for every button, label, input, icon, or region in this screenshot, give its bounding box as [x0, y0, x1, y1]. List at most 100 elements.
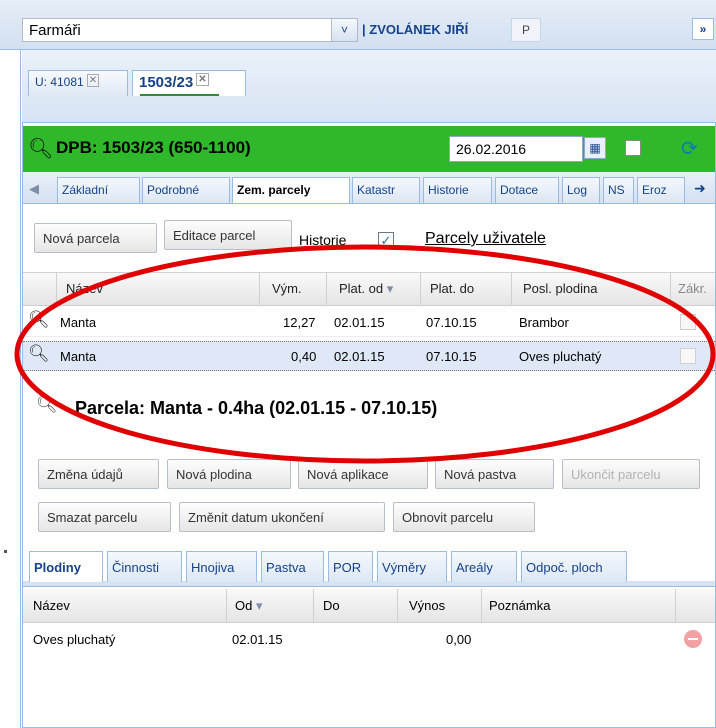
new-application-button[interactable]: Nová aplikace	[298, 459, 428, 489]
search-icon[interactable]: 🔍︎	[28, 344, 50, 364]
restore-parcel-button[interactable]: Obnovit parcelu	[393, 502, 535, 532]
parcel-detail-title: Parcela: Manta - 0.4ha (02.01.15 - 07.10…	[75, 398, 438, 418]
tab-pastva[interactable]: Pastva	[261, 551, 324, 582]
tab-label: U: 41081	[35, 75, 84, 89]
tab-user-41081[interactable]: U: 41081 ✕	[28, 70, 128, 96]
tab-zem-parcely[interactable]: Zem. parcely	[232, 177, 350, 203]
edit-parcels-button[interactable]: Editace parcel	[164, 220, 292, 250]
user-name: | ZVOLÁNEK JIŘÍ	[362, 22, 469, 37]
parcel-area: 0,40	[291, 349, 317, 364]
tab-podrobne[interactable]: Podrobné	[142, 177, 230, 203]
column-header-name[interactable]: Název	[66, 281, 103, 296]
active-tab-indicator	[140, 94, 219, 96]
expand-icon[interactable]: »	[692, 18, 714, 40]
column-separator	[313, 589, 314, 623]
column-separator	[511, 272, 512, 306]
column-separator	[226, 589, 227, 623]
parcel-name: Manta	[60, 315, 97, 330]
search-icon[interactable]: 🔍︎	[28, 310, 50, 330]
tab-log[interactable]: Log	[562, 177, 600, 203]
crop-grid-header	[23, 589, 715, 623]
row-checkbox[interactable]	[680, 348, 696, 364]
page-title: DPB: 1503/23 (650-1100)	[56, 138, 251, 157]
parcel-last-crop: Brambor	[519, 315, 569, 330]
divider-dot	[4, 550, 7, 553]
tab-ns[interactable]: NS	[603, 177, 634, 203]
column-separator	[259, 272, 260, 306]
change-end-date-button[interactable]: Změnit datum ukončení	[179, 502, 385, 532]
farmer-select[interactable]: Farmáři	[22, 18, 358, 42]
column-header-last-crop[interactable]: Posl. plodina	[523, 281, 597, 296]
tab-hnojiva[interactable]: Hnojiva	[186, 551, 257, 582]
column-label: Od	[235, 598, 253, 613]
column-separator	[670, 272, 671, 306]
column-header-name[interactable]: Název	[33, 598, 70, 613]
new-parcel-button[interactable]: Nová parcela	[34, 223, 157, 253]
parcel-area: 12,27	[283, 315, 316, 330]
sort-arrow-icon: ▾	[386, 281, 394, 296]
date-field[interactable]: 26.02.2016	[449, 136, 583, 162]
close-icon[interactable]: ✕	[86, 74, 100, 87]
column-header-valid-to[interactable]: Plat. do	[430, 281, 474, 296]
search-icon[interactable]: 🔍︎	[36, 395, 58, 415]
tab-dpb-1503-23[interactable]: 1503/23 ✕	[132, 70, 246, 96]
tab-por[interactable]: POR	[328, 551, 373, 582]
calendar-icon[interactable]: ▦	[584, 137, 606, 159]
history-checkbox[interactable]: ✓	[378, 232, 394, 248]
column-header-area[interactable]: Vým.	[272, 281, 302, 296]
chevron-down-icon[interactable]: ˅	[331, 19, 357, 41]
new-pasture-button[interactable]: Nová pastva	[435, 459, 554, 489]
parcel-valid-to: 07.10.15	[426, 349, 477, 364]
remove-icon[interactable]	[684, 630, 702, 648]
sort-arrow-icon: ▾	[255, 598, 263, 613]
tab-vymery[interactable]: Výměry	[377, 551, 447, 582]
parcel-valid-from: 02.01.15	[334, 349, 385, 364]
tab-plodiny[interactable]: Plodiny	[29, 551, 103, 582]
change-data-button[interactable]: Změna údajů	[38, 459, 159, 489]
parcel-valid-to: 07.10.15	[426, 315, 477, 330]
tab-arealy[interactable]: Areály	[451, 551, 517, 582]
parcel-valid-from: 02.01.15	[334, 315, 385, 330]
parcel-name: Manta	[60, 349, 97, 364]
column-separator	[675, 589, 676, 623]
tab-katastr[interactable]: Katastr	[352, 177, 420, 203]
tab-eroze[interactable]: Eroz	[637, 177, 685, 203]
column-header-valid-from[interactable]: Plat. od ▾	[339, 281, 393, 297]
column-separator	[481, 589, 482, 623]
p-button[interactable]: P	[511, 18, 541, 42]
farmer-select-value: Farmáři	[29, 22, 81, 39]
refresh-icon[interactable]: ⟳	[681, 136, 698, 161]
column-label: Plat. od	[339, 281, 384, 296]
arrow-left-icon[interactable]: ◀	[29, 181, 39, 197]
crop-name: Oves pluchatý	[33, 632, 116, 647]
row-checkbox[interactable]	[680, 314, 696, 330]
delete-parcel-button[interactable]: Smazat parcelu	[38, 502, 171, 532]
column-separator	[326, 272, 327, 306]
tab-zakladni[interactable]: Základní	[57, 177, 140, 203]
table-row[interactable]	[23, 624, 715, 654]
column-header-yield[interactable]: Výnos	[409, 598, 445, 613]
end-parcel-button[interactable]: Ukončit parcelu	[562, 459, 700, 489]
tab-label: 1503/23	[139, 74, 194, 91]
parcel-last-crop: Oves pluchatý	[519, 349, 602, 364]
tab-odpoc-ploch[interactable]: Odpoč. ploch	[521, 551, 627, 582]
crop-from: 02.01.15	[232, 632, 283, 647]
left-panel-edge	[0, 50, 21, 728]
column-header-zakr[interactable]: Zákr.	[678, 281, 707, 296]
header-checkbox[interactable]	[625, 140, 641, 156]
column-header-from[interactable]: Od ▾	[235, 598, 263, 614]
column-header-note[interactable]: Poznámka	[489, 598, 550, 613]
column-separator	[420, 272, 421, 306]
tab-cinnosti[interactable]: Činnosti	[107, 551, 182, 582]
user-parcels-link[interactable]: Parcely uživatele	[425, 230, 546, 248]
search-icon[interactable]: 🔍︎	[28, 136, 53, 161]
new-crop-button[interactable]: Nová plodina	[167, 459, 291, 489]
crop-yield: 0,00	[446, 632, 472, 647]
close-icon[interactable]: ✕	[196, 73, 209, 86]
tab-historie[interactable]: Historie	[423, 177, 492, 203]
tab-dotace[interactable]: Dotace	[495, 177, 559, 203]
history-label: Historie	[299, 232, 347, 248]
arrow-right-icon[interactable]: ➜	[694, 180, 706, 197]
column-header-to[interactable]: Do	[323, 598, 340, 613]
column-separator	[56, 272, 57, 306]
